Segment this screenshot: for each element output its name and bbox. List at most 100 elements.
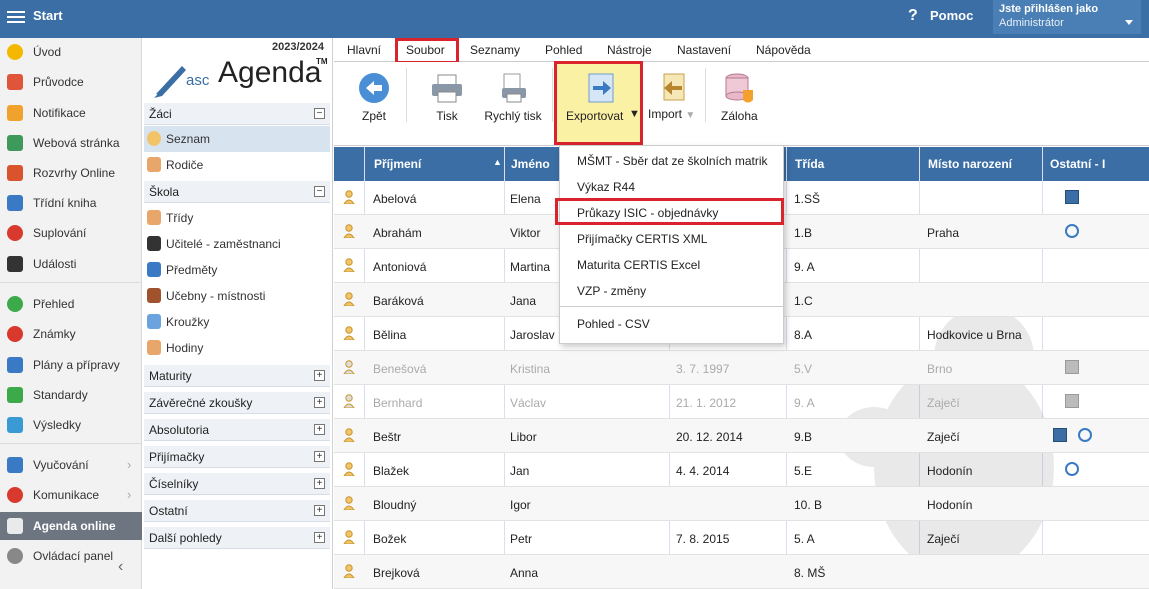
export-button[interactable]: Exportovat ▼ (554, 61, 643, 145)
print-button[interactable]: Tisk (430, 72, 464, 123)
student-icon (343, 496, 355, 510)
section-absolutoria[interactable]: Absolutoria + (144, 419, 330, 441)
nav-item-tridni-kniha[interactable]: Třídní kniha (0, 189, 142, 217)
menu-item-certis-excel[interactable]: Maturita CERTIS Excel (577, 258, 700, 272)
cell-class: 9. A (794, 396, 815, 410)
expand-toggle-icon[interactable]: + (314, 532, 325, 543)
tab-seznamy[interactable]: Seznamy (470, 43, 520, 57)
nav-item-pruvodce[interactable]: Průvodce (0, 68, 142, 96)
nav-item-uvod[interactable]: Úvod (0, 38, 142, 66)
sidebar-item-krouzky[interactable]: Kroužky (144, 309, 330, 335)
sidebar-item-seznam[interactable]: Seznam (144, 126, 330, 152)
back-label: Zpět (361, 109, 386, 123)
column-header-trida[interactable]: Třída (795, 157, 824, 171)
user-dropdown[interactable]: Jste přihlášen jako Administrátor (993, 0, 1141, 34)
nav-item-web[interactable]: Webová stránka (0, 129, 142, 157)
column-header-prijmeni[interactable]: Příjmení (374, 157, 421, 171)
expand-toggle-icon[interactable]: + (314, 370, 325, 381)
nav-item-znamky[interactable]: Známky (0, 320, 142, 348)
item-label: Předměty (166, 263, 218, 277)
section-zaverecne-zkousky[interactable]: Závěrečné zkoušky + (144, 392, 330, 414)
table-row[interactable]: Benešová Kristina 3. 7. 1997 5.V Brno (334, 351, 1149, 385)
column-header-misto-narozeni[interactable]: Místo narození (928, 157, 1012, 171)
sidebar-item-predmety[interactable]: Předměty (144, 257, 330, 283)
nav-item-agenda-online[interactable]: Agenda online (0, 512, 142, 540)
clubs-icon (147, 314, 161, 329)
tab-napoveda[interactable]: Nápověda (756, 43, 811, 57)
collapse-toggle-icon[interactable]: − (314, 186, 325, 197)
sidebar-item-rodice[interactable]: Rodiče (144, 152, 330, 178)
sidebar-item-ucebny[interactable]: Učebny - místnosti (144, 283, 330, 309)
nav-item-prehled[interactable]: Přehled (0, 290, 142, 318)
cell-name: Kristina (510, 362, 551, 376)
menu-item-certis-xml[interactable]: Přijímačky CERTIS XML (577, 232, 707, 246)
import-label: Import (648, 107, 683, 121)
nav-item-vysledky[interactable]: Výsledky (0, 411, 142, 439)
tab-nastaveni[interactable]: Nastavení (677, 43, 731, 57)
table-row[interactable]: Božek Petr 7. 8. 2015 5. A Zaječí (334, 521, 1149, 555)
quick-print-button[interactable]: Rychlý tisk (483, 72, 543, 123)
nav-item-suplovani[interactable]: Suplování (0, 219, 142, 247)
card-disabled-icon[interactable] (1065, 360, 1079, 374)
tab-hlavni[interactable]: Hlavní (347, 43, 381, 57)
table-row[interactable]: Bernhard Václav 21. 1. 2012 9. A Zaječí (334, 385, 1149, 419)
menu-item-vzp[interactable]: VZP - změny (577, 284, 646, 298)
nav-item-udalosti[interactable]: Události (0, 250, 142, 278)
asc-agenda-logo: asc Agenda TM (152, 52, 332, 98)
expand-toggle-icon[interactable]: + (314, 478, 325, 489)
sync-icon[interactable] (1078, 428, 1092, 442)
back-button[interactable]: Zpět (358, 72, 390, 123)
hamburger-menu-icon[interactable] (7, 8, 25, 24)
help-icon[interactable]: ? (908, 7, 918, 25)
sync-icon[interactable] (1065, 462, 1079, 476)
sidebar-item-hodiny[interactable]: Hodiny (144, 335, 330, 361)
backup-button[interactable]: Záloha (721, 72, 758, 123)
section-ostatni[interactable]: Ostatní + (144, 500, 330, 522)
section-ciselniky[interactable]: Číselníky + (144, 473, 330, 495)
sync-icon[interactable] (1065, 224, 1079, 238)
column-header-jmeno[interactable]: Jméno (511, 157, 550, 171)
table-row[interactable]: Bloudný Igor 10. B Hodonín (334, 487, 1149, 521)
nav-item-rozvrhy[interactable]: Rozvrhy Online (0, 159, 142, 187)
sort-ascending-icon[interactable]: ▲ (493, 157, 502, 167)
start-link[interactable]: Start (33, 8, 63, 23)
nav-item-plany[interactable]: Plány a přípravy (0, 351, 142, 379)
cell-surname: Brejková (373, 566, 420, 580)
expand-toggle-icon[interactable]: + (314, 424, 325, 435)
tab-nastroje[interactable]: Nástroje (607, 43, 652, 57)
table-row[interactable]: Brejková Anna 8. MŠ (334, 555, 1149, 589)
section-skola[interactable]: Škola − (144, 181, 330, 203)
menu-item-vykaz-r44[interactable]: Výkaz R44 (577, 180, 635, 194)
nav-item-standardy[interactable]: Standardy (0, 381, 142, 409)
help-link[interactable]: Pomoc (930, 8, 973, 23)
sidebar-item-tridy[interactable]: Třídy (144, 205, 330, 231)
cell-surname: Blažek (373, 464, 410, 478)
nav-item-vyucovani[interactable]: Vyučování › (0, 451, 142, 479)
card-icon[interactable] (1065, 190, 1079, 204)
menu-item-pohled-csv[interactable]: Pohled - CSV (577, 317, 650, 331)
chat-icon (7, 487, 23, 503)
nav-item-notifikace[interactable]: Notifikace (0, 99, 142, 127)
card-icon[interactable] (1053, 428, 1067, 442)
expand-toggle-icon[interactable]: + (314, 451, 325, 462)
collapse-nav-icon[interactable]: ‹ (118, 558, 123, 576)
table-row[interactable]: Blažek Jan 4. 4. 2014 5.E Hodonín (334, 453, 1149, 487)
card-disabled-icon[interactable] (1065, 394, 1079, 408)
section-zaci[interactable]: Žáci − (144, 103, 330, 125)
table-row[interactable]: Beštr Libor 20. 12. 2014 9.B Zaječí (334, 419, 1149, 453)
cell-class: 1.SŠ (794, 192, 821, 206)
collapse-toggle-icon[interactable]: − (314, 108, 325, 119)
section-label: Maturity (149, 369, 192, 383)
section-dalsi-pohledy[interactable]: Další pohledy + (144, 527, 330, 549)
sidebar-item-ucitele[interactable]: Učitelé - zaměstnanci (144, 231, 330, 257)
logo-agenda-text: Agenda (218, 56, 322, 89)
expand-toggle-icon[interactable]: + (314, 397, 325, 408)
nav-item-komunikace[interactable]: Komunikace › (0, 481, 142, 509)
menu-item-msmt[interactable]: MŠMT - Sběr dat ze školních matrik (577, 154, 768, 168)
tab-pohled[interactable]: Pohled (545, 43, 582, 57)
section-prijimacky[interactable]: Přijímačky + (144, 446, 330, 468)
section-maturity[interactable]: Maturity + (144, 365, 330, 387)
import-button[interactable]: Import ▼ (648, 72, 698, 121)
expand-toggle-icon[interactable]: + (314, 505, 325, 516)
column-header-ostatni[interactable]: Ostatní - I (1050, 157, 1105, 171)
